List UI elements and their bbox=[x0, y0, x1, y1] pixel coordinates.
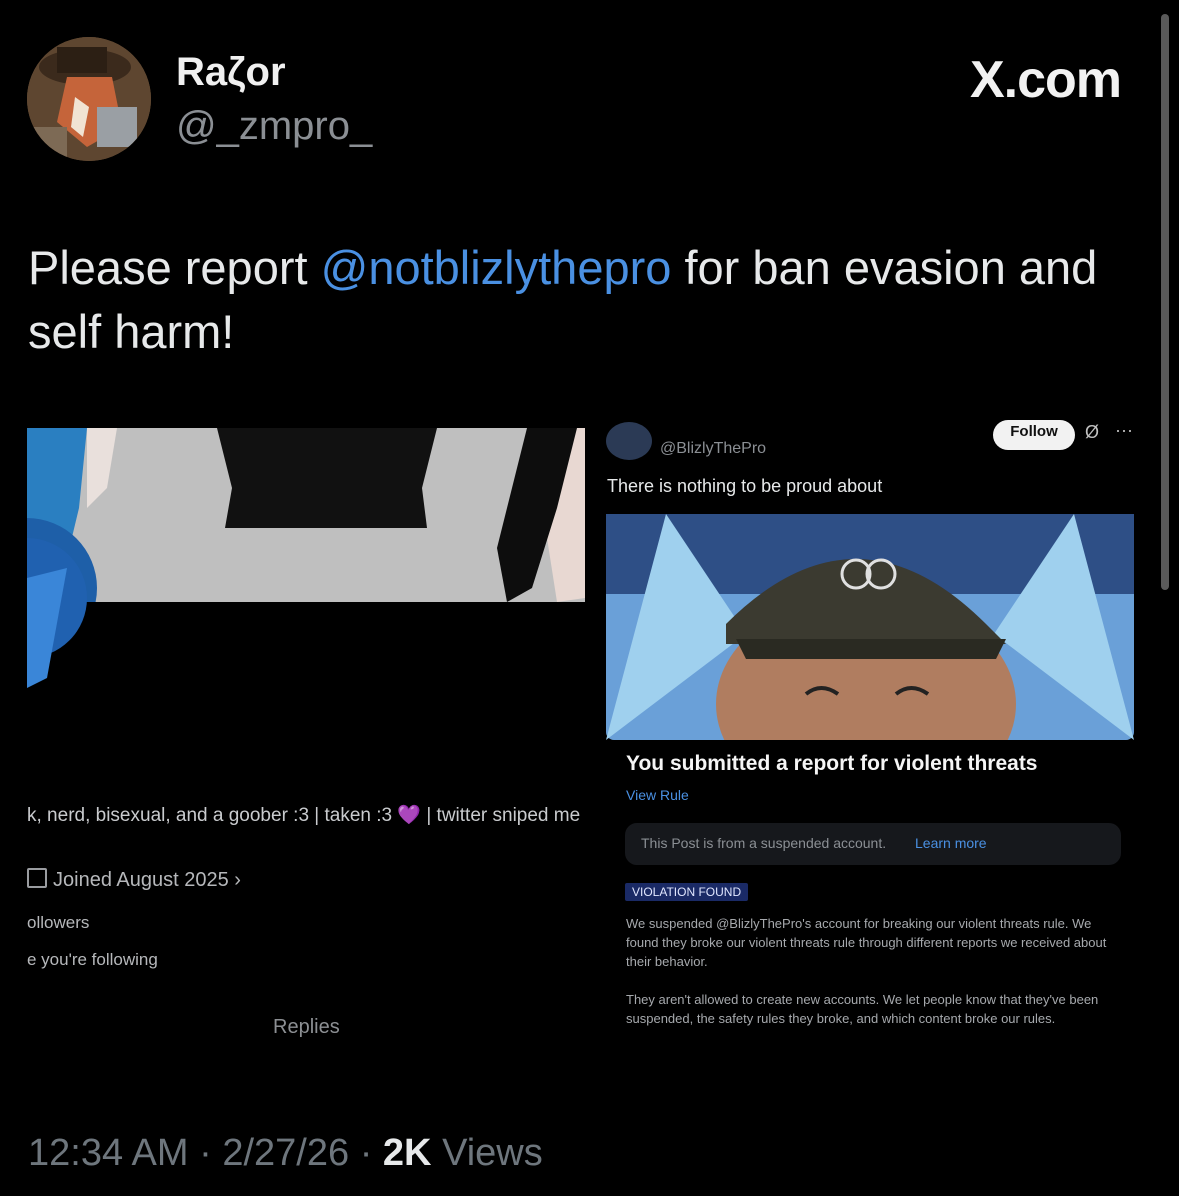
post-text: There is nothing to be proud about bbox=[607, 476, 883, 496]
tweet-time[interactable]: 12:34 AM bbox=[28, 1132, 189, 1174]
chevron-right-icon: › bbox=[228, 869, 241, 891]
x-logo: X.com bbox=[969, 51, 1122, 109]
violation-paragraph-2: They aren't allowed to create new accoun… bbox=[626, 992, 1099, 1026]
tweet-text-before: Please report bbox=[28, 241, 321, 294]
tweet-text: Please report @notblizlythepro for ban e… bbox=[28, 236, 1148, 364]
views-label: Views bbox=[442, 1132, 543, 1174]
tweet-date[interactable]: 2/27/26 bbox=[222, 1132, 349, 1174]
more-icon[interactable]: ··· bbox=[1115, 420, 1133, 441]
profile-banner-image bbox=[27, 428, 587, 698]
follow-button[interactable]: Follow bbox=[993, 420, 1075, 450]
tweet-meta: 12:34 AM · 2/27/26 · 2K Views bbox=[28, 1132, 543, 1174]
author-avatar[interactable] bbox=[27, 37, 151, 161]
profile-screenshot[interactable]: k, nerd, bisexual, and a goober :3 | tak… bbox=[27, 428, 587, 1068]
suspended-notice: This Post is from a suspended account. L… bbox=[625, 823, 1121, 865]
views-count: 2K bbox=[382, 1132, 432, 1174]
learn-more-link[interactable]: Learn more bbox=[915, 835, 987, 851]
following-label[interactable]: e you're following bbox=[27, 950, 158, 970]
report-title: You submitted a report for violent threa… bbox=[626, 752, 1038, 775]
calendar-icon bbox=[27, 868, 47, 888]
suspended-text: This Post is from a suspended account. bbox=[641, 835, 887, 851]
view-rule-link[interactable]: View Rule bbox=[626, 787, 689, 803]
mention-link[interactable]: @notblizlythepro bbox=[321, 241, 672, 294]
blizly-avatar bbox=[606, 422, 652, 460]
tab-replies[interactable]: Replies bbox=[273, 1016, 340, 1039]
author-name[interactable]: Raζor bbox=[176, 50, 286, 95]
scrollbar[interactable] bbox=[1161, 14, 1169, 590]
author-handle[interactable]: @_zmpro_ bbox=[176, 104, 372, 149]
avatar-image bbox=[27, 37, 151, 161]
joined-text: Joined August 2025 bbox=[53, 869, 229, 891]
profile-bio: k, nerd, bisexual, and a goober :3 | tak… bbox=[27, 805, 581, 826]
grok-icon[interactable]: Ø bbox=[1085, 422, 1099, 443]
blizly-handle: @BlizlyThePro bbox=[660, 440, 767, 457]
joined-date: Joined August 2025 › bbox=[27, 868, 241, 892]
violation-badge: VIOLATION FOUND bbox=[625, 883, 749, 901]
followers-label[interactable]: ollowers bbox=[27, 913, 89, 933]
violation-paragraph-1: We suspended @BlizlyThePro's account for… bbox=[626, 916, 1107, 969]
report-screenshot[interactable]: @BlizlyThePro Follow Ø ··· There is noth… bbox=[603, 420, 1143, 1060]
post-image[interactable] bbox=[606, 514, 1134, 740]
